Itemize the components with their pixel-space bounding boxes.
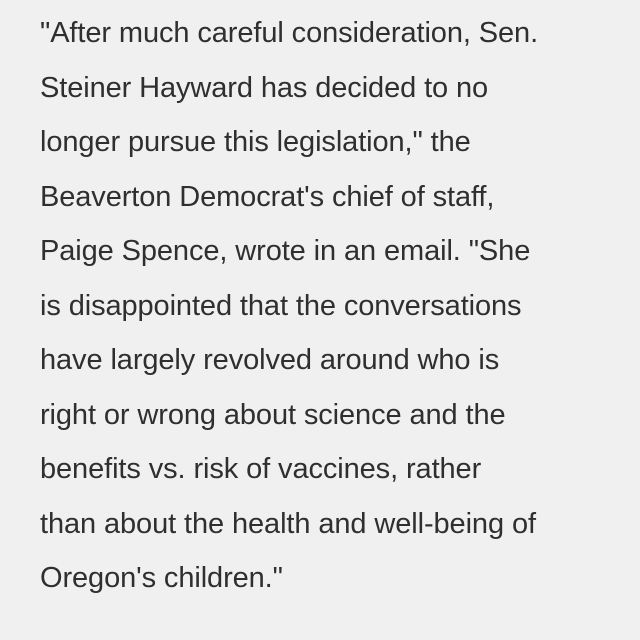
quote-line: than about the health and well-being of [40,507,536,540]
quote-line: Paige Spence, wrote in an email. "She [40,235,531,267]
article-quote-paragraph: "After much careful consideration, Sen. … [40,6,620,606]
article-page: "After much careful consideration, Sen. … [0,0,640,640]
quote-line: "After much careful consideration, Sen. [40,17,539,49]
quote-line: longer pursue this legislation," the [40,126,471,158]
quote-line: Steiner Hayward has decided to no [40,71,489,104]
quote-line: right or wrong about science and the [40,398,506,431]
quote-line: Beaverton Democrat's chief of staff, [40,180,495,213]
quote-line: Oregon's children." [40,562,283,594]
quote-line: benefits vs. risk of vaccines, rather [40,453,482,485]
quote-line: have largely revolved around who is [40,344,500,376]
quote-line: is disappointed that the conversations [40,289,522,322]
